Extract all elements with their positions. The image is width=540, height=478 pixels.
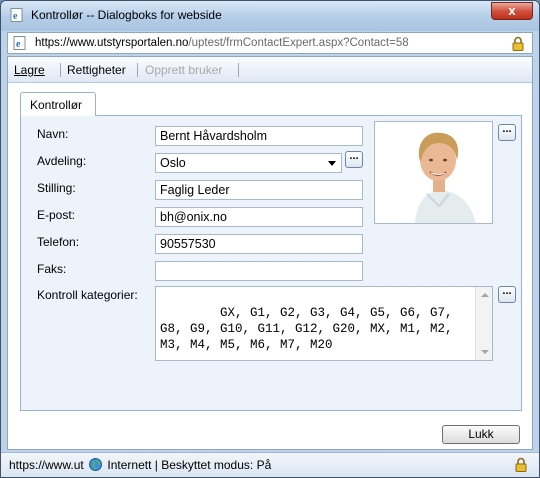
position-label: Stilling: (37, 181, 76, 195)
toolbar: Lagre Rettigheter Opprett bruker (8, 57, 532, 83)
lock-icon (515, 457, 527, 472)
globe-icon (89, 458, 103, 471)
toolbar-divider (60, 63, 61, 77)
toolbar-divider (137, 63, 138, 77)
fax-field[interactable] (155, 261, 363, 281)
ie-page-icon: e (13, 36, 26, 50)
department-lookup-button[interactable]: ... (345, 151, 363, 168)
rights-button[interactable]: Rettigheter (67, 63, 126, 77)
scroll-down-arrow-icon[interactable] (481, 350, 489, 354)
fax-label: Faks: (37, 262, 67, 276)
title-bar: e Kontrollør -- Dialogboks for webside x (1, 1, 539, 31)
address-path: /uptest/frmContactExpert.aspx?Contact=58 (188, 37, 409, 49)
lock-icon[interactable] (512, 36, 524, 51)
address-scheme: https://www. (35, 37, 97, 49)
categories-textarea[interactable]: GX, G1, G2, G3, G4, G5, G6, G7, G8, G9, … (155, 286, 493, 361)
photo-lookup-button[interactable]: ... (498, 124, 516, 141)
close-button[interactable]: Lukk (442, 425, 520, 444)
page-content: Lagre Rettigheter Opprett bruker Kontrol… (7, 56, 533, 450)
status-url: https://www.ut (9, 458, 84, 472)
scroll-up-arrow-icon[interactable] (481, 293, 489, 297)
categories-text: GX, G1, G2, G3, G4, G5, G6, G7, G8, G9, … (160, 306, 461, 352)
status-bar: https://www.ut Internett | Beskyttet mod… (1, 452, 539, 477)
save-button[interactable]: Lagre (14, 63, 45, 77)
form-panel: Navn: Bernt Håvardsholm Avdeling: Oslo .… (20, 115, 522, 411)
window-title: Kontrollør -- Dialogboks for webside (31, 8, 222, 22)
dialog-window: e Kontrollør -- Dialogboks for webside x… (0, 0, 540, 478)
create-user-button[interactable]: Opprett bruker (145, 63, 222, 77)
name-field[interactable]: Bernt Håvardsholm (155, 126, 363, 146)
close-window-button[interactable]: x (491, 2, 533, 20)
ie-page-icon: e (10, 8, 23, 22)
contact-photo (374, 121, 493, 224)
phone-field[interactable]: 90557530 (155, 234, 363, 254)
department-select[interactable]: Oslo (155, 153, 342, 173)
department-label: Avdeling: (37, 154, 87, 168)
svg-text:e: e (13, 11, 18, 22)
position-field[interactable]: Faglig Leder (155, 180, 363, 200)
categories-label: Kontroll kategorier: (37, 288, 138, 302)
chevron-down-icon (328, 161, 336, 166)
status-text: https://www.ut Internett | Beskyttet mod… (9, 458, 271, 472)
person-photo-icon (375, 122, 492, 223)
phone-label: Telefon: (37, 235, 80, 249)
address-bar[interactable]: e https://www.utstyrsportalen.no/uptest/… (7, 32, 533, 54)
department-selected-value: Oslo (160, 156, 186, 170)
email-field[interactable]: bh@onix.no (155, 207, 363, 227)
email-label: E-post: (37, 208, 76, 222)
categories-scrollbar[interactable] (475, 287, 492, 360)
name-label: Navn: (37, 127, 69, 141)
tab-kontrollor[interactable]: Kontrollør (20, 92, 96, 116)
svg-text:e: e (16, 39, 21, 50)
address-url: https://www.utstyrsportalen.no/uptest/fr… (35, 37, 409, 49)
categories-lookup-button[interactable]: ... (498, 286, 516, 303)
status-zone: Internett | Beskyttet modus: På (107, 458, 272, 472)
address-domain: utstyrsportalen.no (97, 37, 189, 49)
toolbar-divider (238, 63, 239, 77)
